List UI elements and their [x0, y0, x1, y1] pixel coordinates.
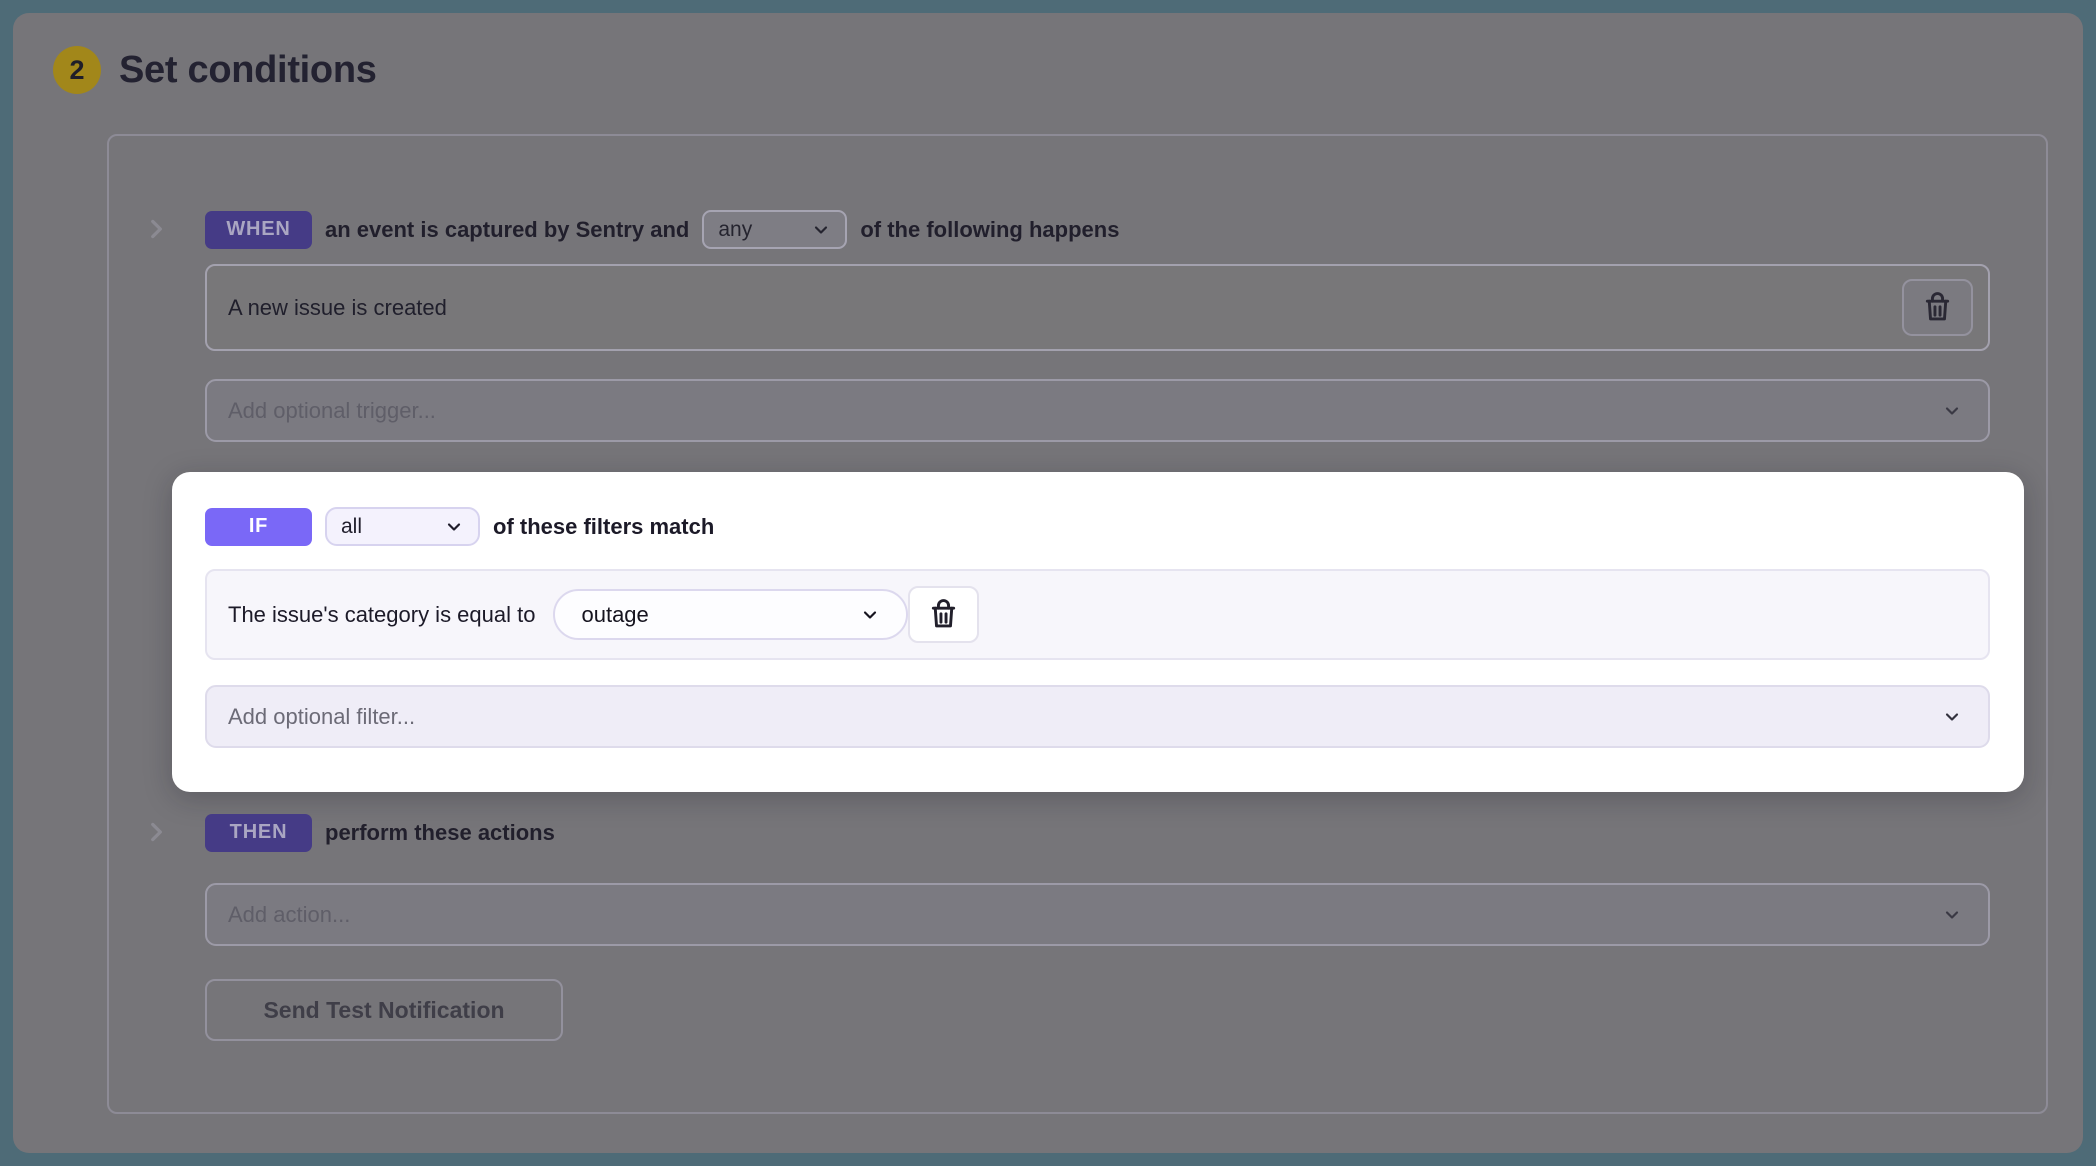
chevron-right-icon[interactable]: [143, 216, 169, 242]
if-match-select[interactable]: all: [325, 507, 480, 546]
then-text-after: perform these actions: [325, 819, 555, 845]
if-badge: IF: [205, 507, 312, 546]
add-optional-filter-select[interactable]: Add optional filter...: [205, 685, 1990, 748]
chevron-down-icon: [447, 522, 461, 531]
then-condition-line: THEN perform these actions: [205, 813, 568, 852]
when-match-select[interactable]: any: [702, 210, 848, 249]
step-heading: 2 Set conditions: [53, 46, 377, 94]
send-test-notification-button[interactable]: Send Test Notification: [205, 979, 563, 1041]
dimmed-page-backdrop: 2 Set conditions WHEN an event is captur…: [13, 13, 2083, 1153]
add-action-select[interactable]: Add action...: [205, 883, 1990, 946]
when-rule-label: A new issue is created: [228, 294, 447, 320]
conditions-panel: WHEN an event is captured by Sentry and …: [107, 134, 2048, 1114]
chevron-down-icon: [1945, 406, 1959, 415]
trash-icon: [932, 599, 956, 628]
when-match-value: any: [718, 217, 753, 241]
if-text-after: of these filters match: [493, 513, 715, 539]
if-filter-row: The issue's category is equal to outage: [205, 569, 1990, 660]
filter-value: outage: [581, 601, 649, 627]
if-condition-line: IF all of these filters match: [205, 507, 727, 546]
add-optional-trigger-select[interactable]: Add optional trigger...: [205, 379, 1990, 442]
if-match-value: all: [341, 514, 363, 538]
if-filter-label: The issue's category is equal to: [228, 601, 536, 627]
chevron-down-icon: [864, 610, 877, 619]
delete-trigger-button[interactable]: [1902, 279, 1973, 336]
trash-icon: [1925, 292, 1950, 321]
chevron-down-icon: [1945, 712, 1959, 721]
chevron-down-icon: [1945, 910, 1959, 919]
chevron-right-icon[interactable]: [143, 819, 169, 845]
when-rule-row: A new issue is created: [205, 264, 1990, 351]
add-optional-filter-placeholder: Add optional filter...: [228, 703, 416, 729]
alert-rule-builder-page: { "step": { "number": "2", "title": "Set…: [0, 0, 2096, 1166]
delete-filter-button[interactable]: [908, 586, 980, 643]
filter-value-select[interactable]: outage: [553, 589, 909, 640]
when-text-after: of the following happens: [860, 216, 1120, 242]
add-optional-trigger-placeholder: Add optional trigger...: [228, 397, 436, 423]
then-badge: THEN: [205, 813, 312, 852]
if-section-spotlight: IF all of these filters match The issue'…: [172, 472, 2024, 792]
when-text-before: an event is captured by Sentry and: [325, 216, 690, 242]
when-badge: WHEN: [205, 210, 312, 249]
page-title: Set conditions: [119, 48, 377, 91]
when-condition-line: WHEN an event is captured by Sentry and …: [205, 210, 1132, 249]
add-action-placeholder: Add action...: [228, 901, 351, 927]
step-number-badge: 2: [53, 46, 101, 94]
chevron-down-icon: [815, 225, 828, 234]
